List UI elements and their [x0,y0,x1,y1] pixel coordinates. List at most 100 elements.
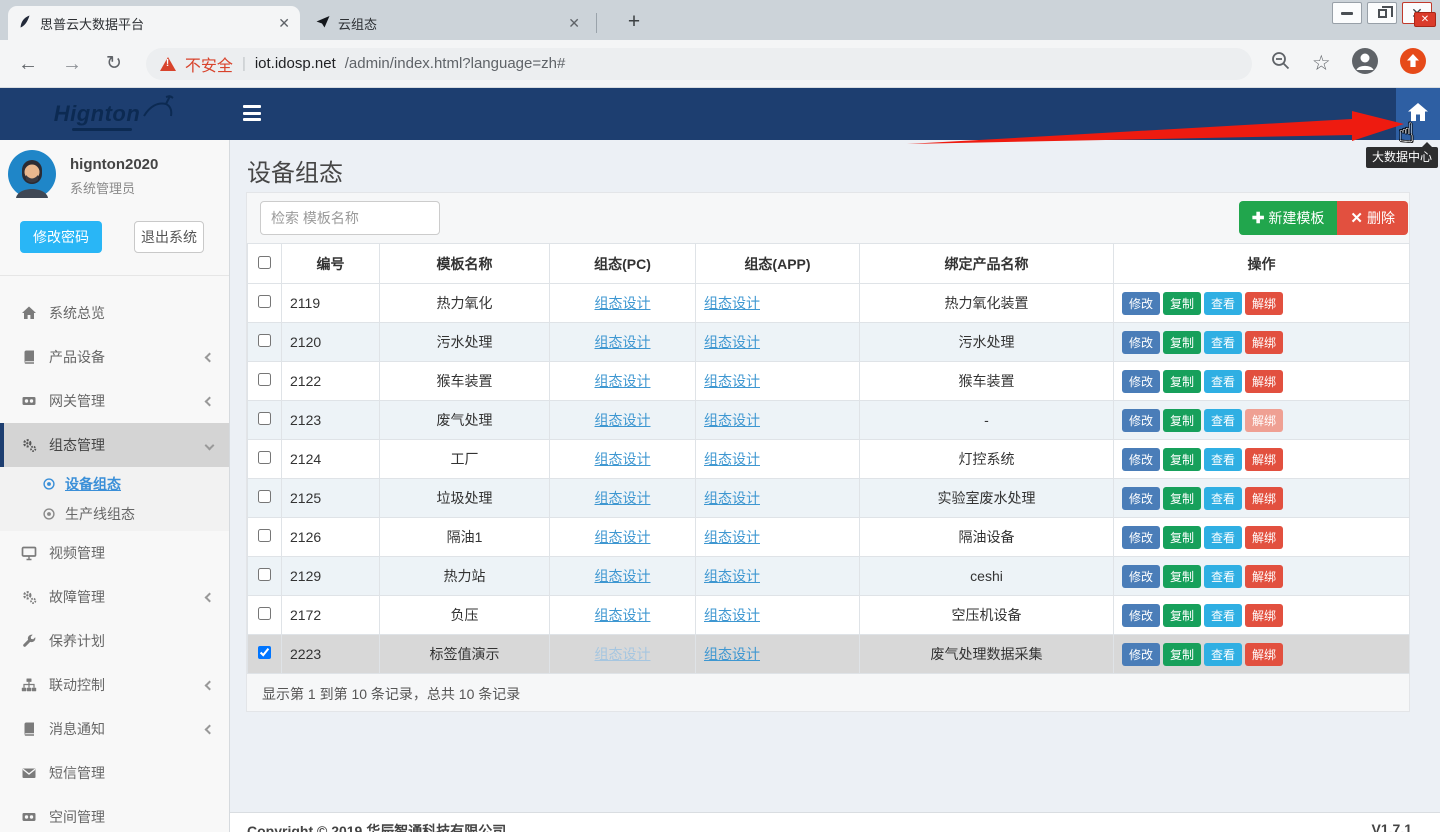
window-restore-button[interactable] [1367,2,1397,24]
app-design-link[interactable]: 组态设计 [704,373,760,389]
view-button[interactable]: 查看 [1204,370,1242,393]
app-design-link[interactable]: 组态设计 [704,295,760,311]
row-checkbox[interactable] [258,451,271,464]
app-design-link[interactable]: 组态设计 [704,568,760,584]
logout-button[interactable]: 退出系统 [134,221,204,253]
modify-button[interactable]: 修改 [1122,565,1160,588]
pc-design-link[interactable]: 组态设计 [595,646,651,662]
modify-button[interactable]: 修改 [1122,370,1160,393]
extension-upload-icon[interactable] [1399,47,1427,80]
modify-button[interactable]: 修改 [1122,448,1160,471]
row-checkbox[interactable] [258,568,271,581]
row-checkbox[interactable] [258,412,271,425]
pc-design-link[interactable]: 组态设计 [595,412,651,428]
refresh-icon[interactable]: ↻ [106,54,122,73]
unbind-button[interactable]: 解绑 [1245,292,1283,315]
sidebar-item-maintenance-plan[interactable]: 保养计划 [0,619,229,663]
pc-design-link[interactable]: 组态设计 [595,490,651,506]
copy-button[interactable]: 复制 [1163,331,1201,354]
pc-design-link[interactable]: 组态设计 [595,373,651,389]
pc-design-link[interactable]: 组态设计 [595,334,651,350]
sidebar-item-device-scada[interactable]: 设备组态 [0,469,229,499]
copy-button[interactable]: 复制 [1163,565,1201,588]
app-design-link[interactable]: 组态设计 [704,451,760,467]
unbind-button[interactable]: 解绑 [1245,604,1283,627]
sidebar-toggle-button[interactable] [243,105,261,121]
unbind-button[interactable]: 解绑 [1245,526,1283,549]
view-button[interactable]: 查看 [1204,331,1242,354]
view-button[interactable]: 查看 [1204,643,1242,666]
copy-button[interactable]: 复制 [1163,526,1201,549]
unbind-button[interactable]: 解绑 [1245,331,1283,354]
modify-button[interactable]: 修改 [1122,487,1160,510]
back-icon[interactable]: ← [18,54,38,74]
app-design-link[interactable]: 组态设计 [704,529,760,545]
unbind-button[interactable]: 解绑 [1245,643,1283,666]
row-checkbox[interactable] [258,529,271,542]
browser-tab-active[interactable]: 思普云大数据平台 ✕ [8,6,300,40]
sidebar-item-production-line-scada[interactable]: 生产线组态 [0,499,229,529]
view-button[interactable]: 查看 [1204,292,1242,315]
app-design-link[interactable]: 组态设计 [704,412,760,428]
browser-tab-inactive[interactable]: 云组态 ✕ [306,6,590,40]
sidebar-item-linkage-control[interactable]: 联动控制 [0,663,229,707]
copy-button[interactable]: 复制 [1163,487,1201,510]
pc-design-link[interactable]: 组态设计 [595,295,651,311]
pc-design-link[interactable]: 组态设计 [595,568,651,584]
app-design-link[interactable]: 组态设计 [704,490,760,506]
sidebar-item-sms-management[interactable]: 短信管理 [0,751,229,795]
new-tab-button[interactable]: + [620,8,648,36]
sidebar-item-fault-management[interactable]: 故障管理 [0,575,229,619]
modify-button[interactable]: 修改 [1122,292,1160,315]
forward-icon[interactable]: → [62,54,82,74]
sidebar-item-video-management[interactable]: 视频管理 [0,531,229,575]
view-button[interactable]: 查看 [1204,526,1242,549]
view-button[interactable]: 查看 [1204,565,1242,588]
sidebar-item-system-overview[interactable]: 系统总览 [0,291,229,335]
sidebar-item-gateway-management[interactable]: 网关管理 [0,379,229,423]
tab-close-icon[interactable]: ✕ [568,15,580,32]
copy-button[interactable]: 复制 [1163,370,1201,393]
sidebar-item-scada-management[interactable]: 组态管理 [0,423,229,467]
row-checkbox[interactable] [258,646,271,659]
copy-button[interactable]: 复制 [1163,409,1201,432]
copy-button[interactable]: 复制 [1163,604,1201,627]
row-checkbox[interactable] [258,373,271,386]
sidebar-item-product-device[interactable]: 产品设备 [0,335,229,379]
delete-button[interactable]: ✕删除 [1337,201,1408,235]
search-input[interactable] [260,201,440,235]
copy-button[interactable]: 复制 [1163,643,1201,666]
modify-button[interactable]: 修改 [1122,331,1160,354]
profile-avatar-icon[interactable] [1351,47,1379,80]
row-checkbox[interactable] [258,607,271,620]
address-bar[interactable]: 不安全 | iot.idosp.net /admin/index.html?la… [146,48,1252,80]
unbind-button[interactable]: 解绑 [1245,370,1283,393]
app-design-link[interactable]: 组态设计 [704,646,760,662]
app-design-link[interactable]: 组态设计 [704,607,760,623]
view-button[interactable]: 查看 [1204,604,1242,627]
window-close-button[interactable]: ✕ ✕ [1402,2,1432,24]
unbind-button[interactable]: 解绑 [1245,565,1283,588]
row-checkbox[interactable] [258,490,271,503]
new-template-button[interactable]: ✚新建模板 [1239,201,1338,235]
change-password-button[interactable]: 修改密码 [20,221,102,253]
unbind-button[interactable]: 解绑 [1245,409,1283,432]
view-button[interactable]: 查看 [1204,487,1242,510]
row-checkbox[interactable] [258,295,271,308]
app-design-link[interactable]: 组态设计 [704,334,760,350]
unbind-button[interactable]: 解绑 [1245,487,1283,510]
modify-button[interactable]: 修改 [1122,604,1160,627]
tab-close-icon[interactable]: ✕ [278,15,290,32]
sidebar-item-message-notice[interactable]: 消息通知 [0,707,229,751]
copy-button[interactable]: 复制 [1163,448,1201,471]
view-button[interactable]: 查看 [1204,448,1242,471]
row-checkbox[interactable] [258,334,271,347]
bookmark-star-icon[interactable]: ☆ [1312,51,1331,76]
copy-button[interactable]: 复制 [1163,292,1201,315]
pc-design-link[interactable]: 组态设计 [595,607,651,623]
window-minimize-button[interactable] [1332,2,1362,24]
modify-button[interactable]: 修改 [1122,643,1160,666]
select-all-checkbox[interactable] [258,256,271,269]
view-button[interactable]: 查看 [1204,409,1242,432]
pc-design-link[interactable]: 组态设计 [595,529,651,545]
